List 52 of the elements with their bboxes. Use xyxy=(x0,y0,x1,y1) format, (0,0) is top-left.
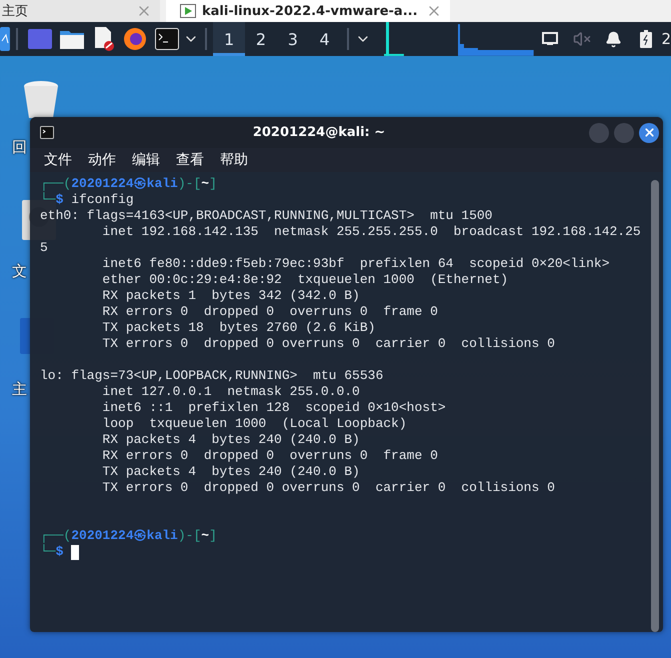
close-button[interactable] xyxy=(639,122,659,142)
terminal-line: RX errors 0 dropped 0 overruns 0 frame 0 xyxy=(101,304,438,320)
vm-icon xyxy=(180,4,196,18)
terminal-line: eth0: flags=4163<UP,BROADCAST,RUNNING,MULTICAST> mtu 1500 xyxy=(40,208,492,224)
close-icon xyxy=(642,126,656,139)
terminal-line: TX errors 0 dropped 0 overruns 0 carrier 0 collisions 0 xyxy=(101,336,555,352)
menu-item[interactable]: 编辑 xyxy=(132,151,160,169)
browser-tab[interactable]: kali-linux-2022.4-vmware-a... xyxy=(166,0,450,22)
workspace-icon[interactable] xyxy=(28,29,52,49)
terminal-line: TX errors 0 dropped 0 overruns 0 carrier 0 collisions 0 xyxy=(101,480,555,496)
desktop-icon-label: 主 xyxy=(12,380,27,399)
terminal-line: inet 127.0.0.1 netmask 255.0.0.0 xyxy=(101,384,360,400)
terminal-line: lo: flags=73<UP,LOOPBACK,RUNNING> mtu 65536 xyxy=(40,368,384,384)
command-line: └─$ ifconfig xyxy=(40,192,134,208)
folder-icon[interactable] xyxy=(60,29,84,49)
browser-tab[interactable]: 主页 xyxy=(0,0,160,22)
terminal-line: 5 xyxy=(40,240,48,256)
terminal-line: RX errors 0 dropped 0 overruns 0 frame 0 xyxy=(101,448,438,464)
workspace-button[interactable]: 2 xyxy=(245,22,277,56)
network-icon[interactable] xyxy=(542,32,558,46)
desktop-icon-label: 回 xyxy=(12,138,27,157)
cpu-graph xyxy=(384,22,404,56)
terminal-line: loop txqueuelen 1000 (Local Loopback) xyxy=(101,416,407,432)
menu-item[interactable]: 文件 xyxy=(44,151,72,169)
terminal-line: inet6 ::1 prefixlen 128 scopeid 0×10<host> xyxy=(101,400,446,416)
workspace-button[interactable]: 1 xyxy=(213,22,245,56)
command-line: └─$ xyxy=(40,544,64,560)
workspace-button[interactable]: 4 xyxy=(308,22,341,56)
prompt-line: ┌──(20201224㉿kali)-[~] xyxy=(40,528,217,544)
menu-item[interactable]: 动作 xyxy=(88,151,116,169)
muted-speaker-icon[interactable] xyxy=(572,30,591,48)
window-title: 20201224@kali: ~ xyxy=(252,125,386,140)
terminal-line: inet6 fe80::dde9:f5eb:79ec:93bf prefixlen 64 scopeid 0×20<link> xyxy=(101,256,610,272)
desktop-icon-label: 文 xyxy=(12,262,27,281)
workspace-button[interactable]: 3 xyxy=(276,22,309,56)
menu-item[interactable]: 帮助 xyxy=(220,151,248,169)
document-icon[interactable] xyxy=(92,27,115,51)
terminal-icon xyxy=(40,126,54,139)
terminal-icon[interactable] xyxy=(155,28,180,50)
notification-icon[interactable] xyxy=(605,30,622,48)
trash-icon xyxy=(22,80,60,120)
prompt-line: ┌──(20201224㉿kali)-[~] xyxy=(40,176,217,192)
terminal-line: TX packets 4 bytes 240 (240.0 B) xyxy=(101,464,360,480)
terminal-line: RX packets 1 bytes 342 (342.0 B) xyxy=(101,288,360,304)
terminal-line: ether 00:0c:29:e4:8e:92 txqueuelen 1000 (Ethernet) xyxy=(101,272,508,288)
scrollbar[interactable] xyxy=(651,180,659,632)
terminal-line: RX packets 4 bytes 240 (240.0 B) xyxy=(101,432,360,448)
battery-icon[interactable] xyxy=(640,30,652,48)
terminal-line: inet 192.168.142.135 netmask 255.255.255.0 broadcast 192.168.142.25 xyxy=(101,224,641,240)
menu-item[interactable]: 查看 xyxy=(176,151,204,169)
terminal-line: TX packets 18 bytes 2760 (2.6 KiB) xyxy=(101,320,376,336)
clock: 2 xyxy=(661,30,671,48)
